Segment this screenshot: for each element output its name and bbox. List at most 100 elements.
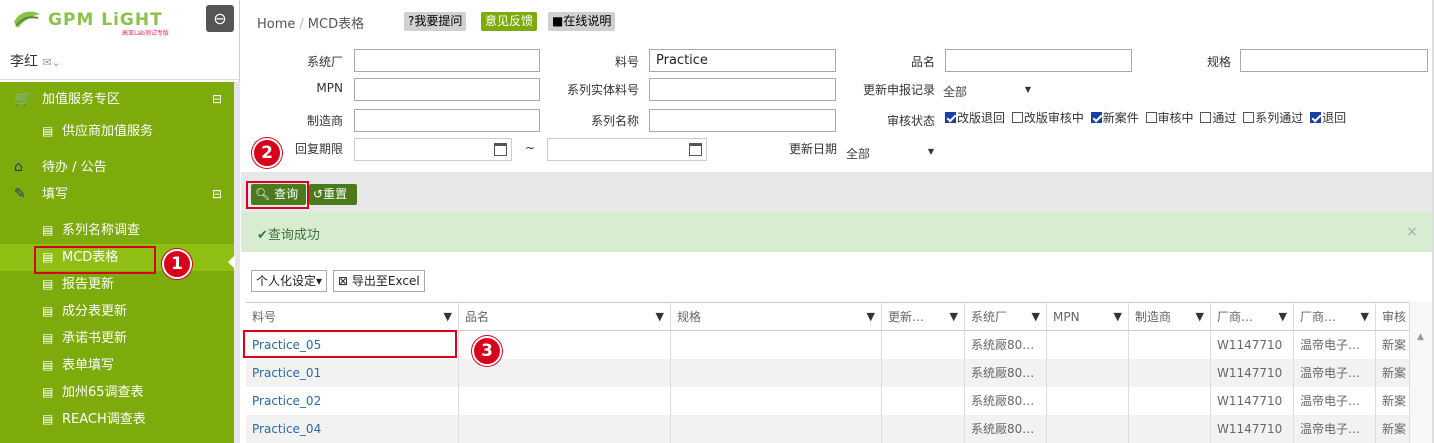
manufacturer-input[interactable]: [354, 109, 540, 132]
close-icon[interactable]: ×: [1406, 224, 1418, 240]
collapse-sidebar-button[interactable]: ⊖: [206, 5, 234, 32]
cell-update: [882, 387, 965, 415]
checkbox-checked[interactable]: [945, 112, 956, 123]
cell-update: [882, 331, 965, 359]
column-header-update[interactable]: 更新… ▼: [882, 303, 965, 331]
series-part-input[interactable]: [649, 78, 836, 101]
user-menu[interactable]: 李红 ✉⌄: [0, 40, 239, 80]
app-logo[interactable]: GPM LiGHT 高亚Lab测试专版: [12, 8, 182, 37]
grid-scrollbar[interactable]: ▲: [1409, 302, 1433, 443]
step-highlight-2: [246, 181, 309, 209]
sidebar-item-report-update[interactable]: ▤ 报告更新: [0, 271, 234, 298]
feedback-button[interactable]: 意见反馈: [481, 12, 538, 31]
sidebar-group-fill[interactable]: ✎ 填写 ⊟: [0, 181, 234, 208]
calendar-icon[interactable]: [494, 143, 507, 156]
reply-deadline-start-input[interactable]: [354, 138, 512, 161]
part-no-link[interactable]: Practice_04: [246, 415, 459, 443]
update-date-select[interactable]: 全部 ▼: [846, 141, 942, 164]
table-row[interactable]: Practice_04 系统厰80… W1147710 温帝电子… 新案: [246, 415, 1409, 443]
table-row[interactable]: Practice_02 系统厰80… W1147710 温帝电子… 新案: [246, 387, 1409, 415]
collapse-group-icon[interactable]: ⊟: [212, 181, 222, 208]
status-option-rev-reviewing[interactable]: 改版审核中: [1011, 111, 1084, 125]
sidebar-group-todo[interactable]: ⌂ 待办 / 公告: [0, 154, 234, 181]
sidebar-item-label: 系列名称调查: [62, 223, 141, 238]
filter-icon[interactable]: ▼: [950, 303, 958, 331]
column-header-spec[interactable]: 规格 ▼: [671, 303, 882, 331]
sidebar-group-value-service[interactable]: 🛒 加值服务专区 ⊟: [0, 86, 234, 113]
status-option-series-passed[interactable]: 系列通过: [1243, 111, 1303, 125]
series-name-input[interactable]: [649, 109, 836, 132]
cell-review: 新案: [1382, 338, 1407, 352]
status-option-label: 审核中: [1157, 111, 1194, 125]
ask-question-button[interactable]: ?我要提问: [404, 12, 467, 31]
filter-icon[interactable]: ▼: [1361, 303, 1369, 331]
status-option-new-case[interactable]: 新案件: [1090, 111, 1139, 125]
sidebar-item-supplier-service[interactable]: ▤ 供应商加值服务: [0, 118, 234, 145]
collapse-group-icon[interactable]: ⊟: [212, 86, 222, 113]
part-no-link[interactable]: Practice_02: [246, 387, 459, 415]
update-record-select[interactable]: 全部 ▼: [943, 79, 1039, 102]
success-alert: ✔查询成功 ×: [241, 212, 1434, 252]
online-help-button[interactable]: ■在线说明: [548, 12, 616, 31]
cell-system-factory: 系统厰80…: [965, 415, 1047, 443]
column-header-vendor-code[interactable]: 厂商… ▼: [1211, 303, 1294, 331]
checkbox-checked[interactable]: [1310, 112, 1322, 123]
column-header-manufacturer[interactable]: 制造商 ▼: [1129, 303, 1211, 331]
checkbox-unchecked[interactable]: [1243, 112, 1255, 123]
document-icon: ▤: [42, 331, 54, 345]
reset-button[interactable]: ↺重置: [309, 184, 357, 205]
cell-product-name: [459, 387, 671, 415]
status-option-reviewing[interactable]: 审核中: [1145, 111, 1194, 125]
status-option-passed[interactable]: 通过: [1200, 111, 1236, 125]
column-header-system-factory[interactable]: 系统厂 ▼: [965, 303, 1047, 331]
filter-icon[interactable]: ▼: [444, 303, 452, 331]
product-name-input[interactable]: [945, 49, 1132, 72]
column-header-label: 规格: [677, 310, 702, 324]
filter-icon[interactable]: ▼: [1114, 303, 1122, 331]
mpn-input[interactable]: [354, 78, 540, 101]
calendar-icon[interactable]: [689, 143, 702, 156]
sidebar-item-label: 加州65调查表: [62, 385, 144, 400]
checkbox-unchecked[interactable]: [1145, 112, 1157, 123]
breadcrumb-home[interactable]: Home: [257, 17, 295, 32]
checkbox-checked[interactable]: [1090, 112, 1102, 123]
sidebar-item-form-fill[interactable]: ▤ 表单填写: [0, 352, 234, 379]
sidebar-item-composition-update[interactable]: ▤ 成分表更新: [0, 298, 234, 325]
sidebar-item-ca65-survey[interactable]: ▤ 加州65调查表: [0, 379, 234, 406]
spec-input[interactable]: [1240, 49, 1428, 72]
table-row[interactable]: Practice_01 系统厰80… W1147710 温帝电子… 新案: [246, 359, 1409, 387]
filter-icon[interactable]: ▼: [867, 303, 875, 331]
column-header-vendor-name[interactable]: 厂商… ▼: [1294, 303, 1376, 331]
cell-mpn: [1047, 415, 1129, 443]
export-excel-button[interactable]: ⊠ 导出至Excel: [333, 270, 425, 292]
status-option-rev-returned[interactable]: 改版退回: [945, 111, 1005, 125]
part-no-input[interactable]: Practice: [649, 49, 836, 72]
personalize-button[interactable]: 个人化设定▾: [251, 270, 328, 292]
checkbox-unchecked[interactable]: [1011, 112, 1023, 123]
breadcrumb: Home / MCD表格: [257, 13, 364, 32]
status-option-label: 系列通过: [1255, 111, 1304, 125]
scroll-up-icon[interactable]: ▲: [1417, 332, 1424, 342]
filter-icon[interactable]: ▼: [656, 303, 664, 331]
checkbox-unchecked[interactable]: [1200, 112, 1212, 123]
column-header-mpn[interactable]: MPN ▼: [1047, 303, 1129, 331]
status-option-returned[interactable]: 退回: [1310, 111, 1346, 125]
column-header-product-name[interactable]: 品名 ▼: [459, 303, 671, 331]
cell-vendor-code: W1147710: [1211, 415, 1294, 443]
column-header-label: 厂商…: [1300, 310, 1337, 324]
sidebar-item-label: REACH调查表: [62, 412, 146, 427]
reply-deadline-end-input[interactable]: [547, 138, 707, 161]
sidebar-item-commitment-update[interactable]: ▤ 承诺书更新: [0, 325, 234, 352]
filter-icon[interactable]: ▼: [1279, 303, 1287, 331]
breadcrumb-separator: /: [299, 17, 304, 32]
sidebar-item-reach-survey[interactable]: ▤ REACH调查表: [0, 406, 234, 433]
sidebar-item-series-survey[interactable]: ▤ 系列名称调查: [0, 217, 234, 244]
filter-icon[interactable]: ▼: [1032, 303, 1040, 331]
column-header-part-no[interactable]: 料号 ▼: [246, 303, 459, 331]
leaf-logo-icon: [14, 11, 40, 28]
filter-icon[interactable]: ▼: [1196, 303, 1204, 331]
column-header-review[interactable]: 审核: [1376, 303, 1409, 331]
part-no-link[interactable]: Practice_01: [246, 359, 459, 387]
status-option-label: 新案件: [1102, 111, 1139, 125]
system-factory-input[interactable]: [354, 49, 540, 72]
